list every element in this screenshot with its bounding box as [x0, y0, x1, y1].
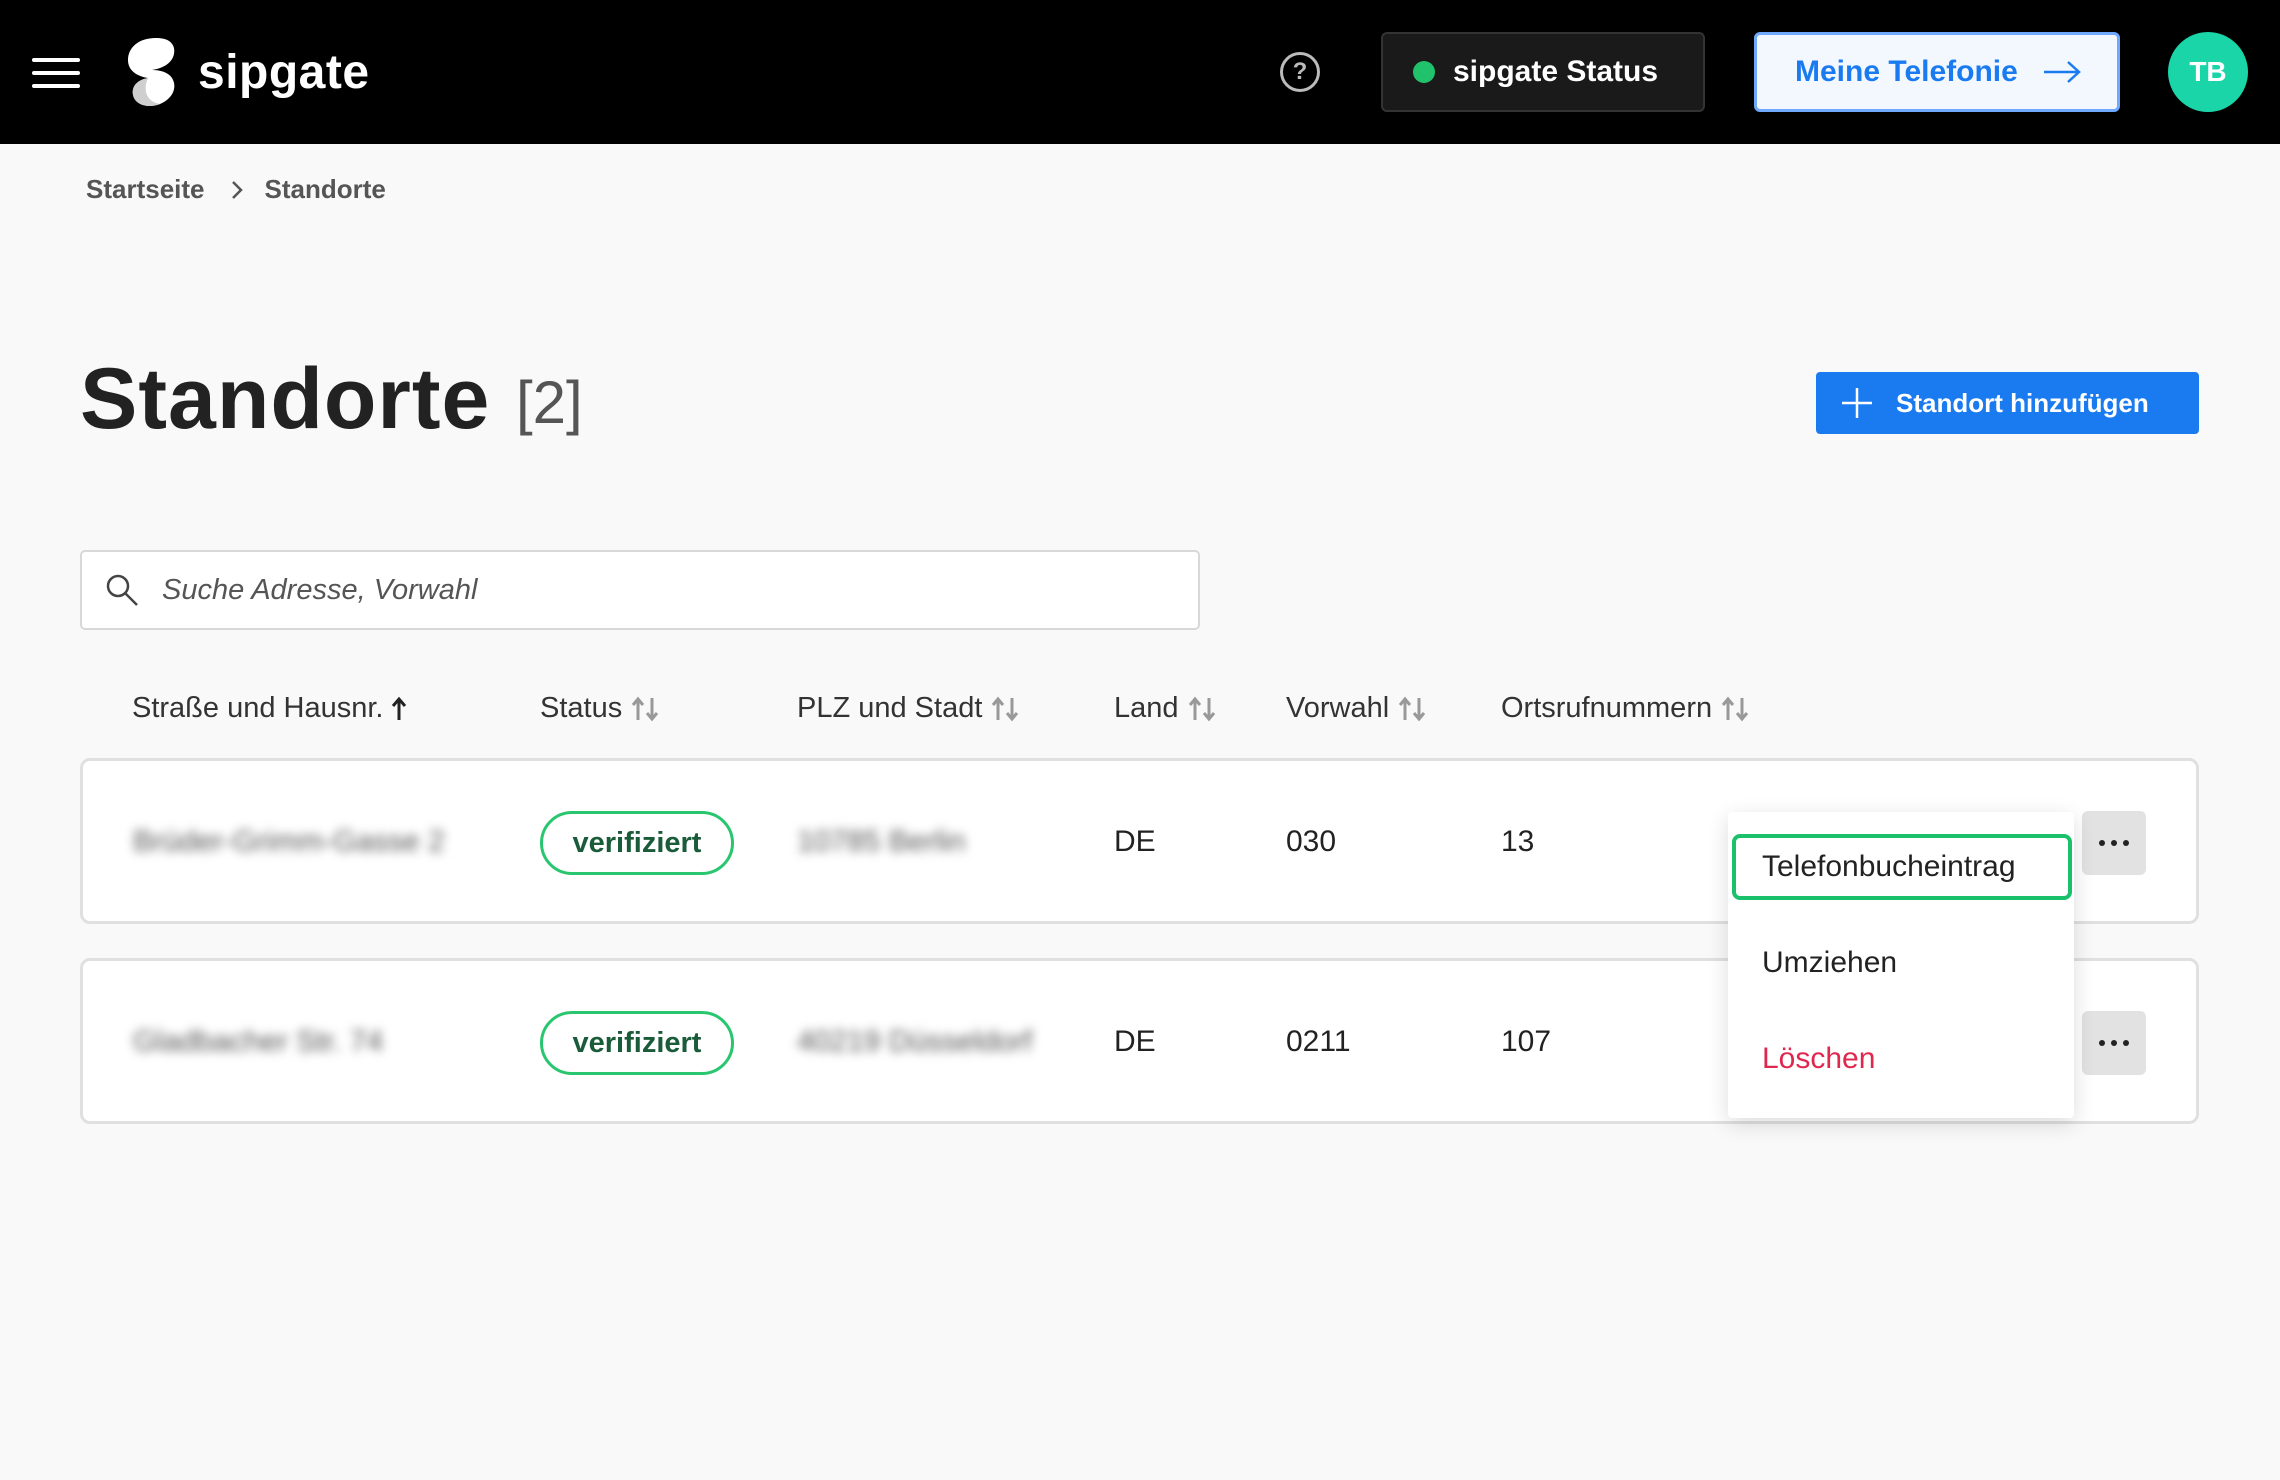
row-actions-menu: Telefonbucheintrag Umziehen Löschen — [1728, 812, 2074, 1118]
area-code-cell: 030 — [1286, 825, 1337, 858]
column-header-country-label: Land — [1114, 692, 1179, 724]
chevron-right-icon — [231, 180, 243, 199]
status-badge: verifiziert — [540, 1011, 734, 1075]
top-bar: sipgate ? sipgate Status Meine Telefonie… — [0, 0, 2280, 144]
status-dot-icon — [1413, 61, 1435, 83]
menu-icon[interactable] — [32, 58, 80, 88]
column-header-area-code-label: Vorwahl — [1286, 692, 1390, 724]
breadcrumb: Startseite Standorte — [86, 174, 386, 205]
add-location-button[interactable]: Standort hinzufügen — [1816, 372, 2199, 434]
logo-text: sipgate — [198, 45, 370, 99]
city-cell: 10785 Berlin — [797, 825, 966, 858]
search-icon — [106, 574, 138, 606]
status-badge: verifiziert — [540, 811, 734, 875]
sort-icon — [992, 696, 1019, 721]
page-count: [2] — [516, 369, 583, 436]
search-input[interactable] — [162, 573, 1122, 607]
more-options-button[interactable] — [2082, 811, 2146, 875]
country-cell: DE — [1114, 1025, 1156, 1058]
column-header-country[interactable]: Land — [1114, 692, 1217, 725]
status-button-label: sipgate Status — [1453, 55, 1659, 88]
column-header-numbers-label: Ortsrufnummern — [1501, 692, 1713, 724]
help-icon[interactable]: ? — [1280, 52, 1320, 92]
add-location-label: Standort hinzufügen — [1896, 387, 2149, 418]
sipgate-logo-icon — [128, 38, 175, 106]
breadcrumb-current: Standorte — [264, 174, 386, 204]
country-cell: DE — [1114, 825, 1156, 858]
menu-item-phonebook-entry[interactable]: Telefonbucheintrag — [1732, 834, 2072, 900]
page-title: Standorte — [80, 351, 491, 447]
dot-icon — [2111, 1040, 2117, 1046]
user-avatar[interactable]: TB — [2168, 32, 2248, 112]
meine-telefonie-button[interactable]: Meine Telefonie — [1754, 32, 2120, 112]
more-options-button[interactable] — [2082, 1011, 2146, 1075]
menu-item-move[interactable]: Umziehen — [1728, 930, 2074, 996]
sort-icon — [1721, 696, 1749, 721]
search-field[interactable] — [80, 550, 1200, 630]
area-code-cell: 0211 — [1286, 1025, 1351, 1058]
plus-icon — [1842, 388, 1872, 418]
column-header-street[interactable]: Straße und Hausnr. — [132, 692, 407, 725]
column-header-numbers[interactable]: Ortsrufnummern — [1501, 692, 1750, 725]
numbers-cell: 13 — [1501, 825, 1535, 858]
status-button[interactable]: sipgate Status — [1381, 32, 1705, 112]
numbers-cell: 107 — [1501, 1025, 1552, 1058]
column-header-city-label: PLZ und Stadt — [797, 692, 983, 724]
sort-icon — [632, 696, 659, 721]
street-cell: Brüder-Grimm-Gasse 2 — [133, 825, 445, 858]
sort-icon — [1188, 696, 1215, 721]
sort-icon — [1399, 696, 1426, 721]
column-header-status-label: Status — [540, 692, 623, 724]
dot-icon — [2099, 840, 2105, 846]
meine-telefonie-label: Meine Telefonie — [1795, 55, 2018, 88]
dot-icon — [2123, 840, 2129, 846]
column-header-street-label: Straße und Hausnr. — [132, 692, 384, 724]
dot-icon — [2099, 1040, 2105, 1046]
sort-ascending-icon — [392, 696, 407, 720]
arrow-right-icon — [2043, 61, 2081, 83]
column-header-area-code[interactable]: Vorwahl — [1286, 692, 1427, 725]
menu-item-delete[interactable]: Löschen — [1728, 1026, 2074, 1092]
dot-icon — [2111, 840, 2117, 846]
column-header-city[interactable]: PLZ und Stadt — [797, 692, 1020, 725]
street-cell: Gladbacher Str. 74 — [133, 1025, 384, 1058]
city-cell: 40219 Düsseldorf — [797, 1025, 1033, 1058]
column-header-status[interactable]: Status — [540, 692, 660, 725]
breadcrumb-home-link[interactable]: Startseite — [86, 174, 205, 205]
sipgate-logo[interactable]: sipgate — [126, 34, 370, 110]
dot-icon — [2123, 1040, 2129, 1046]
